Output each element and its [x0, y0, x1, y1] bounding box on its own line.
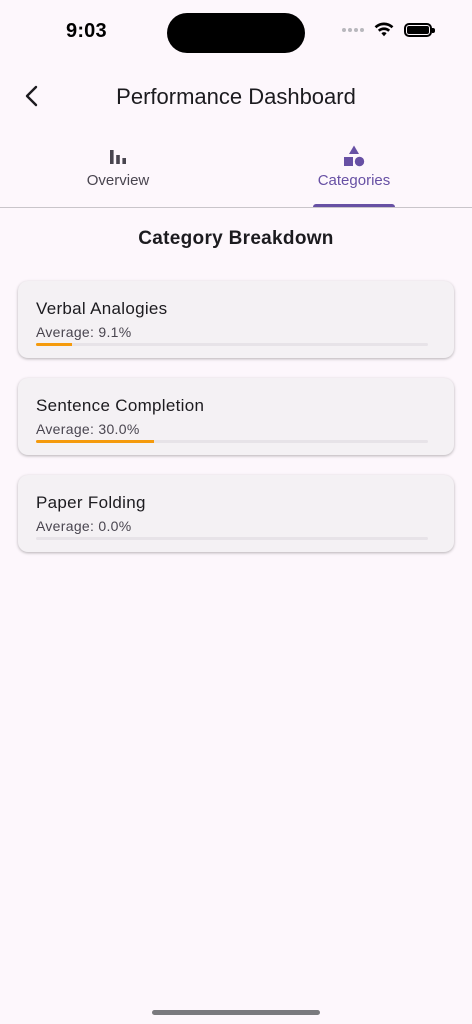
category-average: Average: 30.0%	[36, 421, 140, 437]
category-card-paper-folding[interactable]: Paper Folding Average: 0.0%	[18, 475, 454, 552]
tab-categories[interactable]: Categories	[236, 136, 472, 207]
tab-overview[interactable]: Overview	[0, 136, 236, 207]
category-card-sentence-completion[interactable]: Sentence Completion Average: 30.0%	[18, 378, 454, 455]
section-title: Category Breakdown	[138, 228, 334, 249]
category-name: Verbal Analogies	[36, 299, 168, 318]
tab-categories-label: Categories	[317, 172, 391, 189]
category-progress-fill	[36, 343, 72, 346]
bar-chart-icon	[106, 144, 130, 168]
category-progress-bar	[36, 343, 428, 346]
wifi-icon	[374, 22, 394, 37]
category-card-verbal-analogies[interactable]: Verbal Analogies Average: 9.1%	[18, 281, 454, 358]
cellular-signal-icon	[342, 27, 364, 32]
battery-icon	[404, 22, 435, 37]
category-progress-bar	[36, 537, 428, 540]
status-bar: 9:03	[0, 0, 472, 66]
app-bar: Performance Dashboard	[0, 66, 472, 128]
category-name: Paper Folding	[36, 493, 146, 512]
category-average: Average: 0.0%	[36, 518, 132, 534]
home-indicator	[152, 1010, 320, 1015]
category-progress-bar	[36, 440, 428, 443]
shapes-icon	[342, 144, 366, 168]
dynamic-island	[167, 13, 305, 53]
tab-bar: Overview Categories	[0, 136, 472, 208]
status-time: 9:03	[66, 20, 107, 42]
page-title: Performance Dashboard	[116, 84, 356, 109]
tab-selected-indicator	[313, 204, 395, 207]
category-average: Average: 9.1%	[36, 324, 132, 340]
status-icons	[342, 22, 435, 37]
category-progress-fill	[36, 440, 154, 443]
tab-overview-label: Overview	[86, 172, 150, 189]
category-name: Sentence Completion	[36, 396, 205, 415]
category-list: Verbal Analogies Average: 9.1% Sentence …	[18, 281, 454, 572]
